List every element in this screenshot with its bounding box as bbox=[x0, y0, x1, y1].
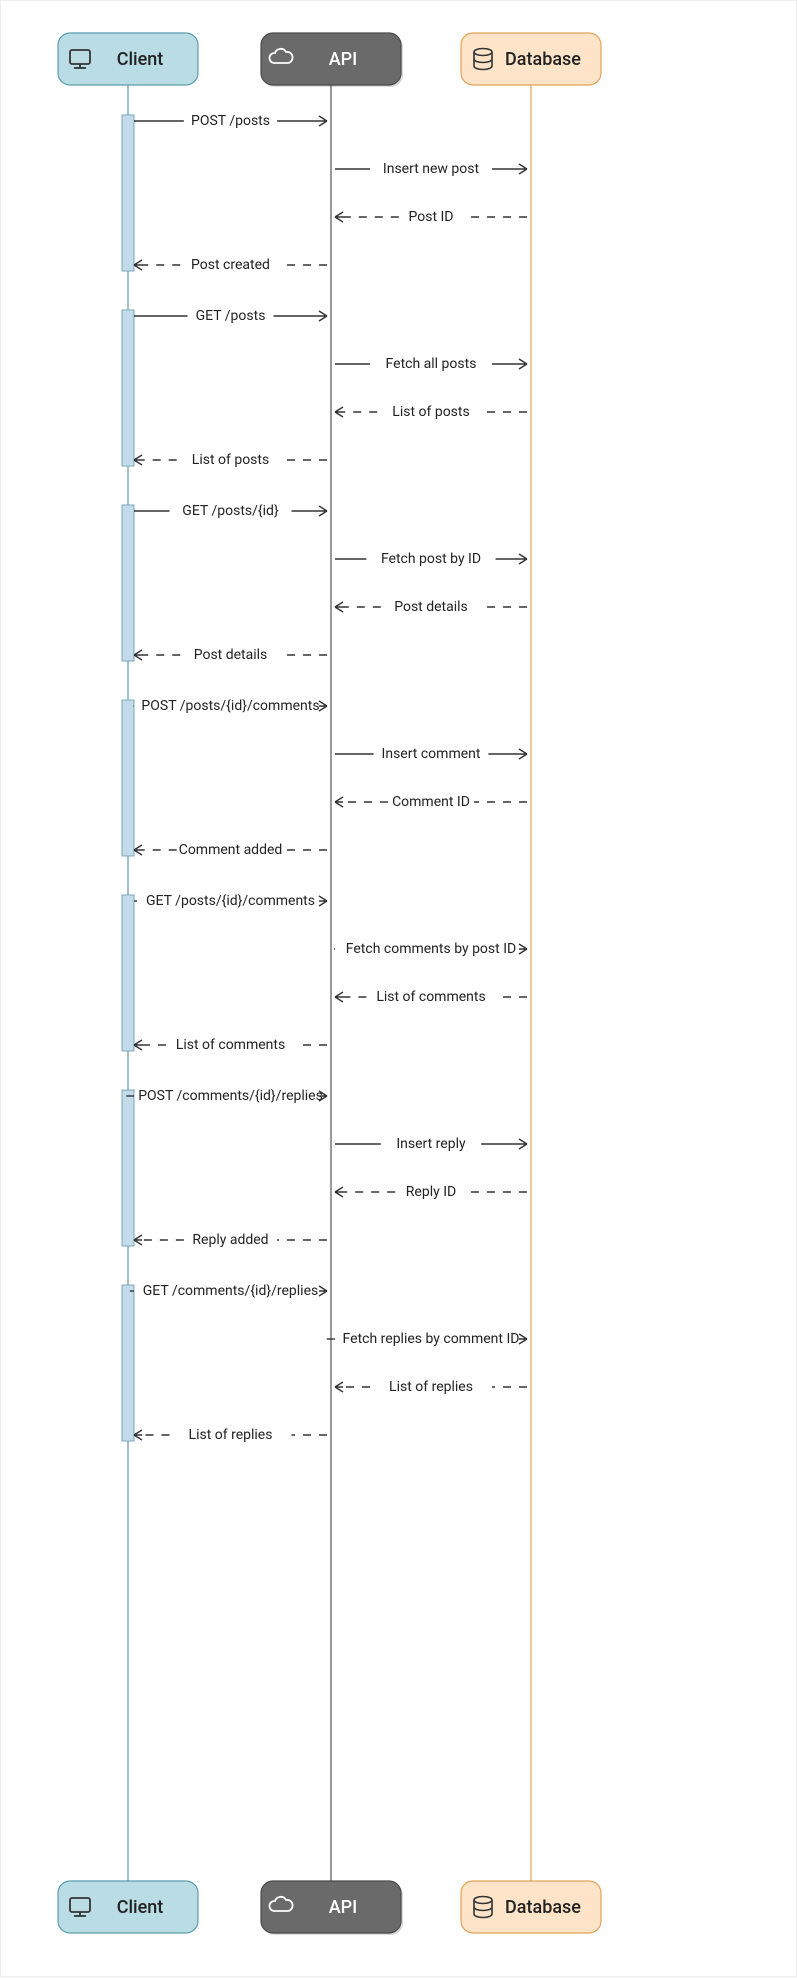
svg-text:Insert comment: Insert comment bbox=[382, 746, 481, 762]
msg-db-to-api-3: Comment ID bbox=[335, 794, 527, 810]
svg-text:GET /posts/{id}: GET /posts/{id} bbox=[182, 503, 279, 519]
msg-api-to-db-0: Insert new post bbox=[335, 161, 527, 177]
svg-text:Reply added: Reply added bbox=[192, 1232, 268, 1248]
svg-text:Client: Client bbox=[117, 1897, 164, 1918]
msg-api-to-client-2: Post details bbox=[134, 647, 327, 663]
msg-db-to-api-4: List of comments bbox=[335, 989, 527, 1005]
activation-bar bbox=[122, 115, 134, 271]
msg-client-to-api-4: GET /posts/{id}/comments bbox=[134, 893, 327, 909]
msg-db-to-api-5: Reply ID bbox=[335, 1184, 527, 1200]
diagram-svg: Client API Database Client API Database POST /… bbox=[1, 1, 797, 1978]
msg-db-to-api-1: List of posts bbox=[335, 404, 527, 420]
activation-bar bbox=[122, 895, 134, 1051]
msg-api-to-db-2: Fetch post by ID bbox=[335, 551, 527, 567]
svg-text:GET /comments/{id}/replies: GET /comments/{id}/replies bbox=[143, 1283, 318, 1299]
activation-bar bbox=[122, 505, 134, 661]
svg-text:GET /posts: GET /posts bbox=[196, 308, 266, 324]
svg-text:List of posts: List of posts bbox=[392, 404, 469, 420]
msg-client-to-api-2: GET /posts/{id} bbox=[134, 503, 327, 519]
actor-database-bottom: Database bbox=[461, 1881, 601, 1933]
svg-text:Insert reply: Insert reply bbox=[396, 1136, 466, 1152]
svg-text:POST /posts/{id}/comments: POST /posts/{id}/comments bbox=[141, 698, 319, 714]
actor-client-bottom: Client bbox=[58, 1881, 198, 1933]
svg-text:Post created: Post created bbox=[191, 257, 270, 273]
msg-api-to-db-4: Fetch comments by post ID bbox=[334, 941, 527, 957]
msg-api-to-client-0: Post created bbox=[134, 257, 327, 273]
svg-text:Fetch post by ID: Fetch post by ID bbox=[381, 551, 481, 567]
svg-text:Database: Database bbox=[505, 1897, 581, 1918]
svg-text:Post details: Post details bbox=[394, 599, 468, 615]
svg-text:Post details: Post details bbox=[194, 647, 268, 663]
activation-bar bbox=[122, 310, 134, 466]
msg-client-to-api-3: POST /posts/{id}/comments bbox=[134, 698, 328, 714]
activation-bar bbox=[122, 1090, 134, 1246]
msg-api-to-client-4: List of comments bbox=[134, 1037, 327, 1053]
svg-text:API: API bbox=[329, 49, 358, 70]
msg-api-to-client-3: Comment added bbox=[134, 842, 327, 858]
msg-client-to-api-6: GET /comments/{id}/replies bbox=[130, 1283, 327, 1299]
svg-text:Post ID: Post ID bbox=[408, 209, 453, 225]
svg-text:GET /posts/{id}/comments: GET /posts/{id}/comments bbox=[146, 893, 315, 909]
msg-api-to-db-5: Insert reply bbox=[335, 1136, 527, 1152]
svg-text:POST /posts: POST /posts bbox=[191, 113, 270, 129]
svg-text:Reply ID: Reply ID bbox=[406, 1184, 456, 1200]
msg-db-to-api-6: List of replies bbox=[335, 1379, 527, 1395]
svg-text:List of replies: List of replies bbox=[189, 1427, 273, 1443]
svg-text:Insert new post: Insert new post bbox=[383, 161, 480, 177]
svg-text:Fetch replies by comment ID: Fetch replies by comment ID bbox=[343, 1331, 520, 1347]
msg-api-to-client-6: List of replies bbox=[134, 1427, 327, 1443]
msg-api-to-client-1: List of posts bbox=[134, 452, 327, 468]
svg-text:Client: Client bbox=[117, 49, 164, 70]
msg-db-to-api-2: Post details bbox=[335, 599, 527, 615]
activation-bar bbox=[122, 700, 134, 856]
svg-text:Fetch comments by post ID: Fetch comments by post ID bbox=[346, 941, 516, 957]
msg-api-to-db-3: Insert comment bbox=[335, 746, 527, 762]
svg-text:POST /comments/{id}/replies: POST /comments/{id}/replies bbox=[138, 1088, 323, 1104]
actor-api-bottom: API bbox=[261, 1881, 403, 1935]
svg-text:Database: Database bbox=[505, 49, 581, 70]
msg-api-to-db-1: Fetch all posts bbox=[335, 356, 527, 372]
svg-text:Comment ID: Comment ID bbox=[392, 794, 470, 810]
sequence-diagram: Client API Database Client API Database POST /… bbox=[0, 0, 797, 1977]
msg-db-to-api-0: Post ID bbox=[335, 209, 527, 225]
svg-text:Fetch all posts: Fetch all posts bbox=[386, 356, 477, 372]
actor-api-top: API bbox=[261, 33, 403, 87]
msg-api-to-db-6: Fetch replies by comment ID bbox=[327, 1331, 527, 1347]
svg-text:List of replies: List of replies bbox=[389, 1379, 473, 1395]
msg-client-to-api-0: POST /posts bbox=[134, 113, 327, 129]
activation-bar bbox=[122, 1285, 134, 1441]
svg-text:API: API bbox=[329, 1897, 358, 1918]
msg-client-to-api-5: POST /comments/{id}/replies bbox=[126, 1088, 327, 1104]
actor-client-top: Client bbox=[58, 33, 198, 85]
svg-text:List of posts: List of posts bbox=[192, 452, 269, 468]
msg-api-to-client-5: Reply added bbox=[134, 1232, 327, 1248]
svg-text:Comment added: Comment added bbox=[179, 842, 283, 858]
svg-text:List of comments: List of comments bbox=[176, 1037, 285, 1053]
msg-client-to-api-1: GET /posts bbox=[134, 308, 327, 324]
actor-database-top: Database bbox=[461, 33, 601, 85]
svg-text:List of comments: List of comments bbox=[376, 989, 485, 1005]
